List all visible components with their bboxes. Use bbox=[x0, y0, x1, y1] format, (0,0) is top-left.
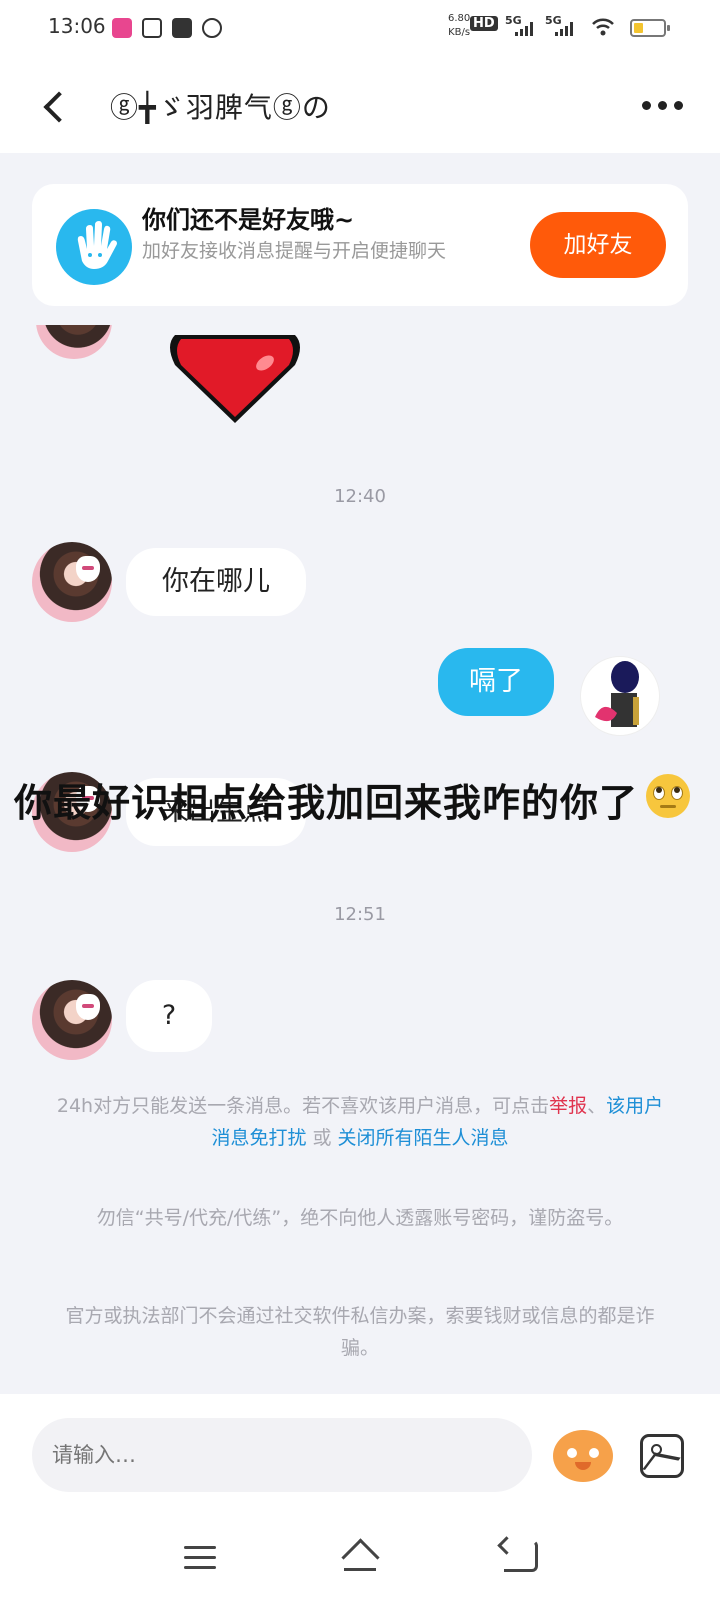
account-safety-warning: 勿信“共号/代充/代练”，绝不向他人透露账号密码，谨防盗号。 bbox=[96, 1207, 624, 1229]
back-button[interactable] bbox=[40, 88, 70, 124]
limit-text: 24h对方只能发送一条消息。若不喜欢该用户消息，可点击 bbox=[56, 1095, 550, 1117]
emoji-sticker-button[interactable] bbox=[553, 1430, 613, 1482]
chat-header: ⓖ╈ゞ羽脾气ⓖの bbox=[0, 58, 720, 153]
battery-icon bbox=[630, 19, 670, 37]
not-friend-banner: 你们还不是好友哦~ 加好友接收消息提醒与开启便捷聊天 加好友 bbox=[32, 184, 688, 306]
or-text: 或 bbox=[306, 1127, 338, 1149]
bilibili-icon bbox=[142, 18, 162, 38]
status-time: 13:06 bbox=[48, 14, 106, 38]
menu-icon[interactable] bbox=[184, 1546, 216, 1570]
image-picker-icon[interactable] bbox=[640, 1434, 684, 1478]
sim1-signal-icon bbox=[515, 22, 539, 36]
timestamp: 12:40 bbox=[334, 486, 386, 507]
back-nav-icon[interactable] bbox=[504, 1540, 538, 1572]
status-bar: 13:06 6.80 KB/s HD 5G 5G bbox=[0, 0, 720, 58]
banner-title: 你们还不是好友哦~ bbox=[142, 206, 355, 234]
home-icon[interactable] bbox=[340, 1540, 380, 1574]
message-bubble[interactable]: ? bbox=[126, 980, 212, 1052]
contact-avatar[interactable] bbox=[32, 542, 112, 622]
separator: 、 bbox=[587, 1095, 607, 1117]
message-input[interactable] bbox=[32, 1418, 532, 1492]
chat-title: ⓖ╈ゞ羽脾气ⓖの bbox=[110, 91, 331, 124]
banner-description: 加好友接收消息提醒与开启便捷聊天 bbox=[142, 240, 447, 262]
sync-icon bbox=[202, 18, 222, 38]
my-avatar[interactable] bbox=[580, 656, 660, 736]
overlay-caption: 你最好识相点给我加回来我咋的你了 bbox=[14, 781, 639, 825]
heart-sticker[interactable] bbox=[165, 335, 305, 435]
more-options-button[interactable] bbox=[640, 98, 686, 112]
eye-roll-emoji-icon bbox=[646, 774, 690, 818]
stranger-message-notice: 24h对方只能发送一条消息。若不喜欢该用户消息，可点击举报、该用户消息免打扰 或… bbox=[50, 1090, 670, 1154]
my-message-bubble[interactable]: 嗝了 bbox=[438, 648, 554, 716]
wifi-icon bbox=[592, 18, 614, 36]
sim2-signal-icon bbox=[555, 22, 579, 36]
add-friend-button[interactable]: 加好友 bbox=[530, 212, 666, 278]
message-bubble[interactable]: 你在哪儿 bbox=[126, 548, 306, 616]
fraud-warning: 官方或执法部门不会通过社交软件私信办案，索要钱财或信息的都是诈骗。 bbox=[65, 1305, 655, 1359]
message-icon bbox=[172, 18, 192, 38]
block-strangers-link[interactable]: 关闭所有陌生人消息 bbox=[338, 1127, 509, 1149]
timestamp: 12:51 bbox=[334, 904, 386, 925]
app-notification-icon bbox=[112, 18, 132, 38]
network-speed: 6.80 KB/s bbox=[448, 12, 470, 40]
network-speed-unit: KB/s bbox=[448, 27, 471, 38]
report-link[interactable]: 举报 bbox=[549, 1095, 587, 1117]
system-navigation-bar bbox=[0, 1520, 720, 1600]
network-speed-value: 6.80 bbox=[448, 13, 471, 24]
hd-badge: HD bbox=[470, 16, 498, 31]
contact-avatar[interactable] bbox=[32, 980, 112, 1060]
wave-hand-icon bbox=[56, 209, 132, 285]
avatar-partial[interactable] bbox=[36, 325, 112, 359]
